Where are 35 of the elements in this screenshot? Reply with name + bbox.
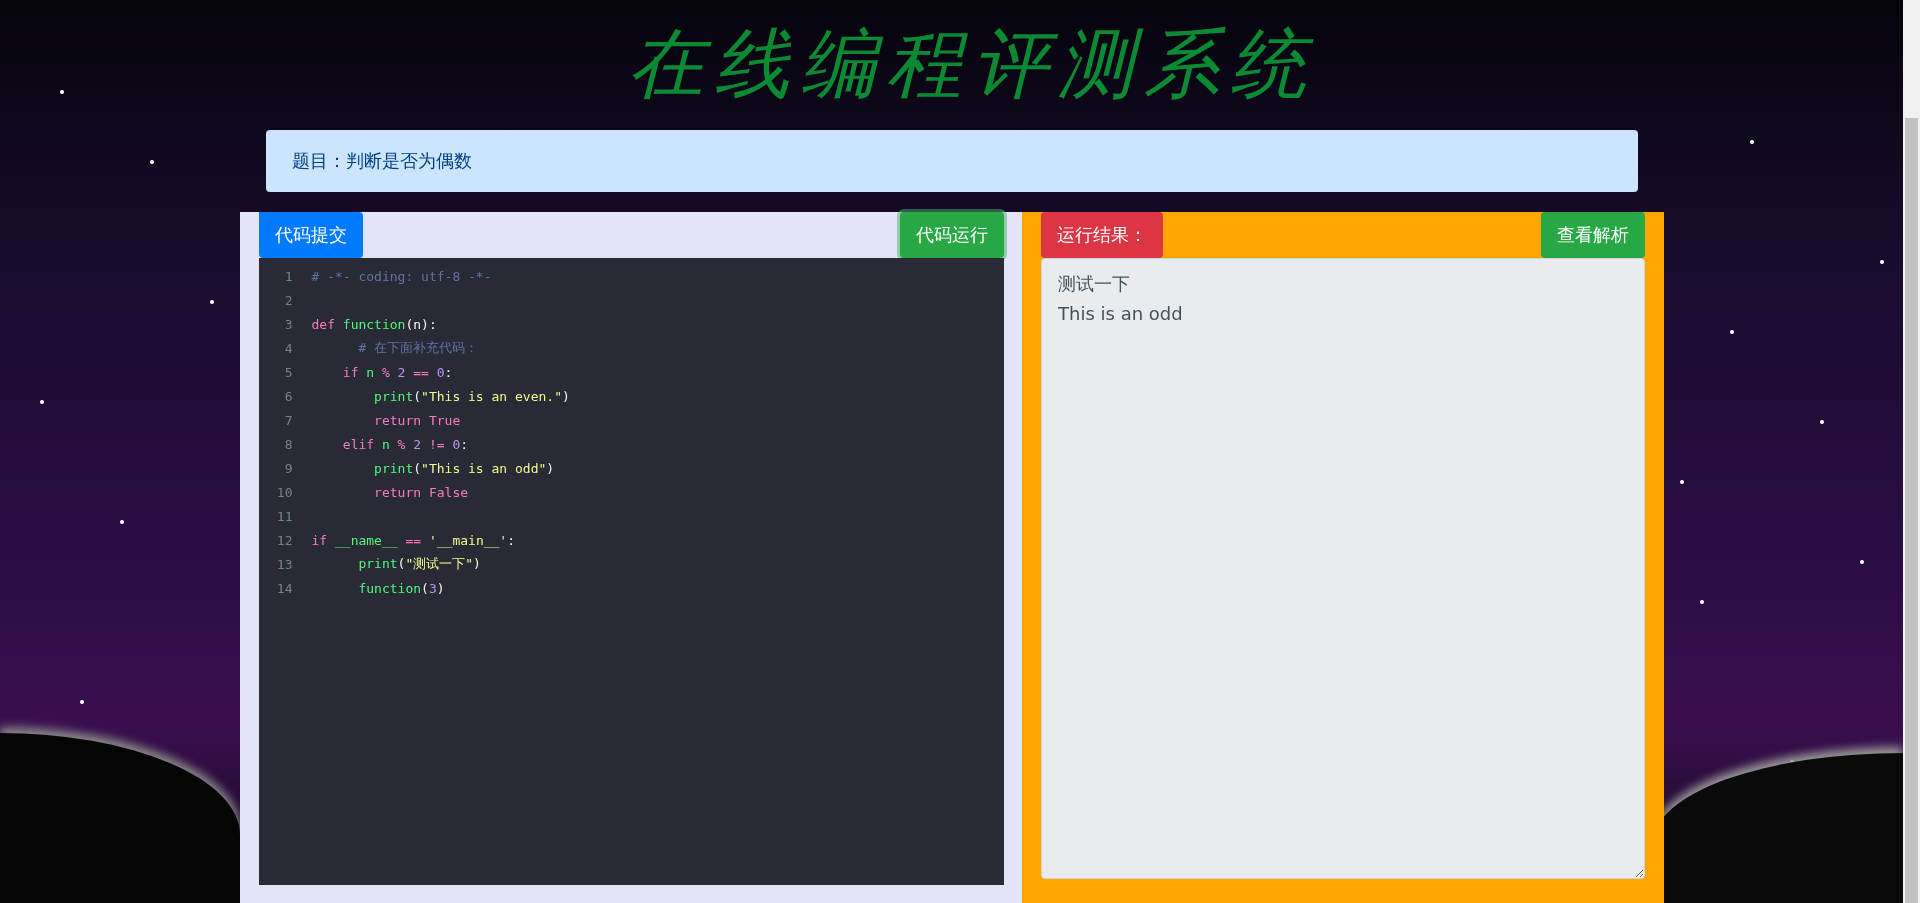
run-button[interactable]: 代码运行 <box>900 212 1005 258</box>
code-line: # -*- coding: utf-8 -*- <box>311 268 492 284</box>
line-number: 4 <box>283 340 293 356</box>
scrollbar[interactable] <box>1903 0 1920 903</box>
line-number: 13 <box>275 556 293 572</box>
line-number: 6 <box>283 388 293 404</box>
line-number: 8 <box>283 436 293 452</box>
code-line: elif n % 2 != 0: <box>341 436 469 452</box>
line-number: 5 <box>283 364 293 380</box>
scrollbar-thumb[interactable] <box>1905 118 1918 903</box>
code-line: return False <box>373 484 469 500</box>
code-line: # 在下面补充代码： <box>357 339 479 357</box>
code-line: print("测试一下") <box>357 555 481 573</box>
problem-banner: 题目：判断是否为偶数 <box>265 130 1638 192</box>
output-textarea[interactable]: 测试一下 This is an odd <box>1041 258 1645 879</box>
code-line: if __name__ == '__main__': <box>311 532 516 548</box>
line-number: 9 <box>283 460 293 476</box>
site-title: 在线编程评测系统 <box>626 17 1316 110</box>
line-number: 1 <box>283 268 293 284</box>
submit-button[interactable]: 代码提交 <box>258 212 363 258</box>
code-line: return True <box>373 412 461 428</box>
line-number: 3 <box>283 316 293 332</box>
line-number: 14 <box>275 580 293 596</box>
code-line: print("This is an odd") <box>373 460 555 476</box>
line-number: 12 <box>275 532 293 548</box>
code-line: print("This is an even.") <box>373 388 570 404</box>
analysis-button[interactable]: 查看解析 <box>1540 212 1645 258</box>
code-line: if n % 2 == 0: <box>341 364 453 380</box>
code-line: def function(n): <box>311 316 437 332</box>
line-number: 10 <box>275 484 293 500</box>
line-number: 11 <box>275 508 293 524</box>
line-number: 7 <box>283 412 293 428</box>
code-line: function(3) <box>357 580 445 596</box>
line-number: 2 <box>283 292 293 308</box>
result-label: 运行结果： <box>1041 212 1164 258</box>
